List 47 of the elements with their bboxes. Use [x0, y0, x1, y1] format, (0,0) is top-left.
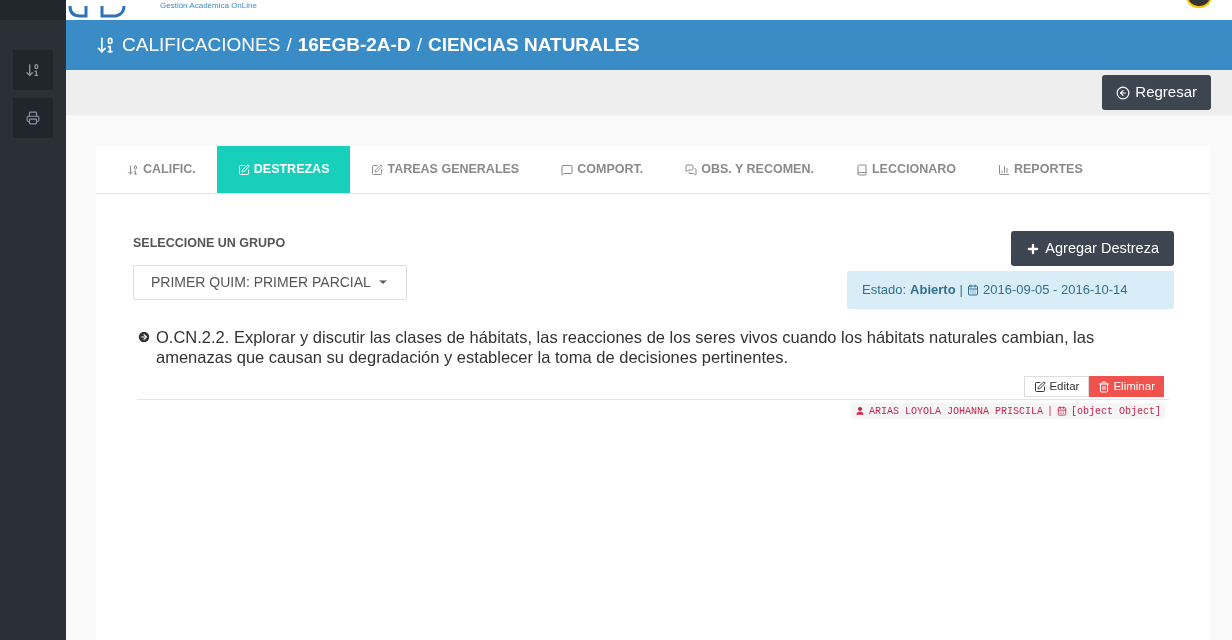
sort-button[interactable] — [13, 50, 53, 90]
course-title: 16EGB-2A-D — [297, 32, 411, 57]
trash-icon — [1098, 380, 1111, 393]
user-icon — [854, 406, 865, 416]
status-label: Estado: — [862, 281, 907, 300]
subject-title: CIENCIAS NATURALES — [427, 32, 640, 57]
status-dates: 2016-09-05 - 2016-10-14 — [983, 281, 1128, 300]
bar-chart-icon — [998, 163, 1010, 176]
tab[interactable]: DESTREZAS — [216, 146, 351, 193]
group-label: SELECCIONE UN GRUPO — [133, 235, 287, 252]
print-icon — [26, 111, 40, 125]
group-dropdown[interactable]: PRIMER QUIM: PRIMER PARCIAL — [133, 264, 407, 300]
book-icon — [855, 163, 868, 176]
tab[interactable]: LECCIONARO — [834, 146, 977, 193]
tab[interactable]: OBS. Y RECOMEN. — [664, 146, 835, 193]
edit-button[interactable]: Editar — [1024, 376, 1090, 397]
skill-text: O.CN.2.2. Explorar y discutir las clases de hábitats, las reacciones de los seres vivos cuando los hábitats naturales cambian, las amenazas que causan su degradación y establecer la toma de decisiones pertinentes. — [156, 327, 1096, 367]
tab[interactable]: COMPORT. — [540, 146, 665, 193]
back-button[interactable]: Regresar — [1102, 75, 1211, 110]
tab[interactable]: REPORTES — [977, 146, 1104, 193]
sort-icon — [127, 163, 139, 176]
print-button[interactable] — [13, 98, 53, 138]
sort-icon — [96, 35, 116, 55]
edit-icon — [1034, 380, 1047, 393]
skill-date: [object Object] — [1071, 404, 1161, 419]
arrow-right-icon — [137, 330, 151, 344]
comments-icon — [685, 163, 698, 176]
tab[interactable]: TAREAS GENERALES — [350, 146, 541, 193]
separator: / — [416, 32, 422, 57]
logo-tagline: Gestión Académica OnLine — [160, 1, 257, 10]
tab[interactable]: CALIFIC. — [106, 146, 217, 193]
separator: | — [1046, 404, 1053, 419]
edit-icon — [237, 163, 250, 176]
add-skill-button[interactable]: Agregar Destreza — [1011, 231, 1174, 266]
plus-icon — [1026, 241, 1041, 256]
calendar-icon — [967, 284, 979, 296]
delete-button[interactable]: Eliminar — [1089, 376, 1164, 397]
arrow-left-icon — [1116, 85, 1131, 100]
author-name: ARIAS LOYOLA JOHANNA PRISCILA — [868, 404, 1043, 419]
separator: | — [959, 281, 963, 300]
sort-icon — [25, 62, 41, 78]
calendar-icon — [1057, 406, 1067, 416]
edit-icon — [371, 163, 384, 176]
separator: / — [286, 32, 292, 57]
section-title: CALIFICACIONES — [122, 32, 281, 57]
comment-icon — [561, 163, 574, 176]
status-value: Abierto — [910, 281, 956, 300]
